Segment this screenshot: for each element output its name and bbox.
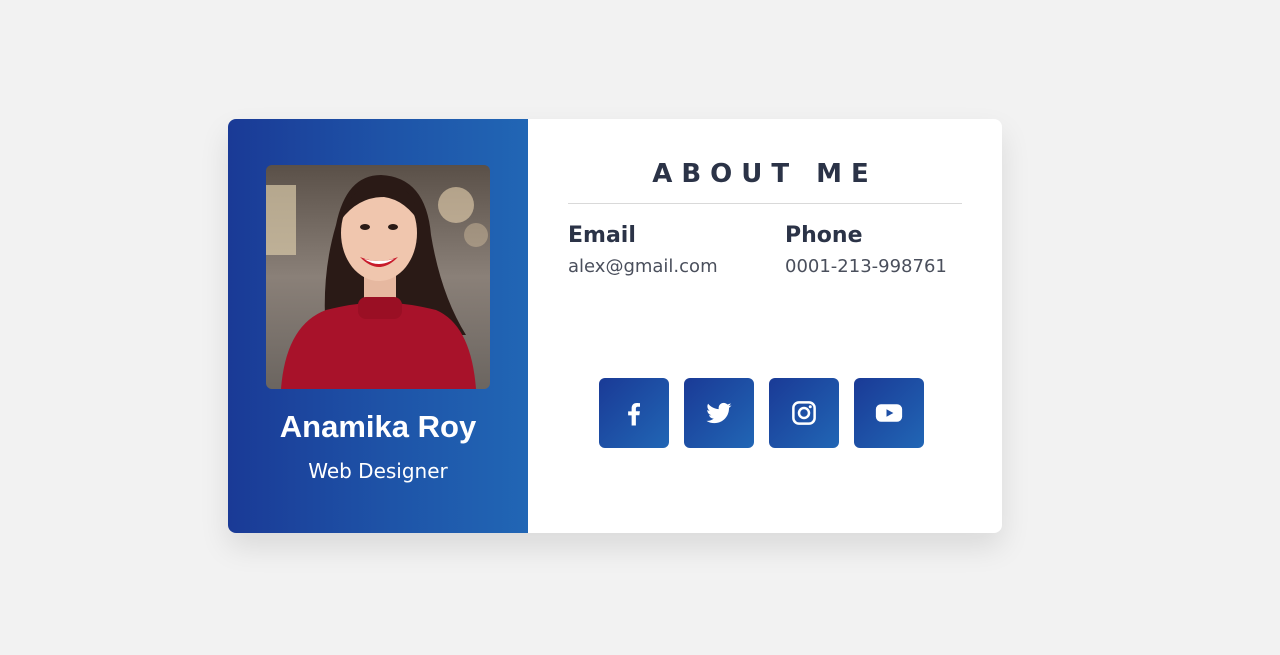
phone-label: Phone xyxy=(785,223,863,248)
email-label: Email xyxy=(568,223,636,248)
profile-photo xyxy=(266,165,490,389)
youtube-button[interactable] xyxy=(854,378,924,448)
email-value: alex@gmail.com xyxy=(568,256,718,277)
social-links xyxy=(599,378,924,448)
profile-name: Anamika Roy xyxy=(279,409,477,444)
facebook-button[interactable] xyxy=(599,378,669,448)
phone-value: 0001-213-998761 xyxy=(785,256,947,277)
about-panel: ABOUT ME Email alex@gmail.com Phone 0001… xyxy=(528,119,1002,533)
profile-role: Web Designer xyxy=(308,459,448,483)
facebook-icon xyxy=(619,398,649,428)
youtube-icon xyxy=(874,398,904,428)
profile-panel: Anamika Roy Web Designer xyxy=(228,119,528,533)
profile-card: Anamika Roy Web Designer ABOUT ME Email … xyxy=(228,119,1002,533)
twitter-button[interactable] xyxy=(684,378,754,448)
twitter-icon xyxy=(704,398,734,428)
about-title: ABOUT ME xyxy=(652,159,878,189)
email-section: Email alex@gmail.com xyxy=(568,223,718,277)
instagram-icon xyxy=(789,398,819,428)
instagram-button[interactable] xyxy=(769,378,839,448)
divider xyxy=(568,203,962,204)
phone-section: Phone 0001-213-998761 xyxy=(785,223,947,277)
